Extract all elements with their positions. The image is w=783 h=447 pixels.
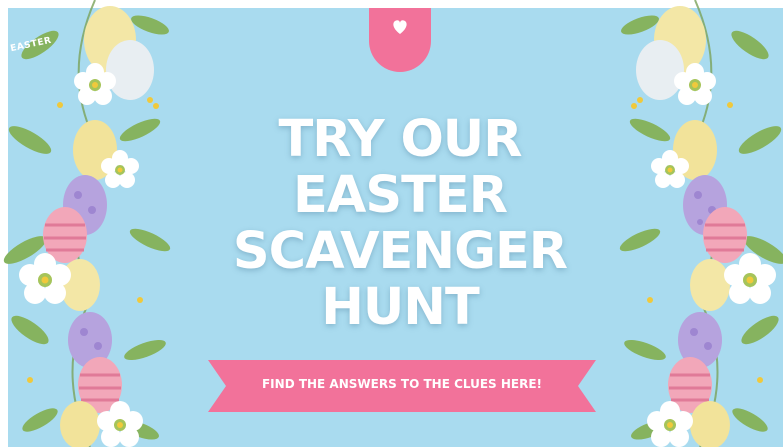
yellow-egg xyxy=(690,259,730,311)
ribbon-label[interactable]: FIND THE ANSWERS TO THE CLUES HERE! xyxy=(208,377,596,391)
pink-striped-egg xyxy=(703,207,747,263)
headline-line: TRY OUR xyxy=(278,110,523,169)
headline: TRY OUR EASTER SCAVENGER HUNT xyxy=(200,112,600,336)
headline-line: SCAVENGER xyxy=(232,222,568,281)
headline-line: HUNT xyxy=(321,278,480,337)
easter-tag xyxy=(369,8,431,72)
white-egg xyxy=(106,40,154,100)
right-easter-garland xyxy=(619,0,783,447)
yellow-egg xyxy=(690,401,730,447)
yellow-egg xyxy=(60,401,100,447)
easter-banner: EASTER TRY OUR EASTER SCAVENGER HUNT FIN… xyxy=(0,0,783,447)
white-egg xyxy=(636,40,684,100)
left-easter-garland xyxy=(3,0,171,447)
headline-line: EASTER xyxy=(293,166,508,225)
